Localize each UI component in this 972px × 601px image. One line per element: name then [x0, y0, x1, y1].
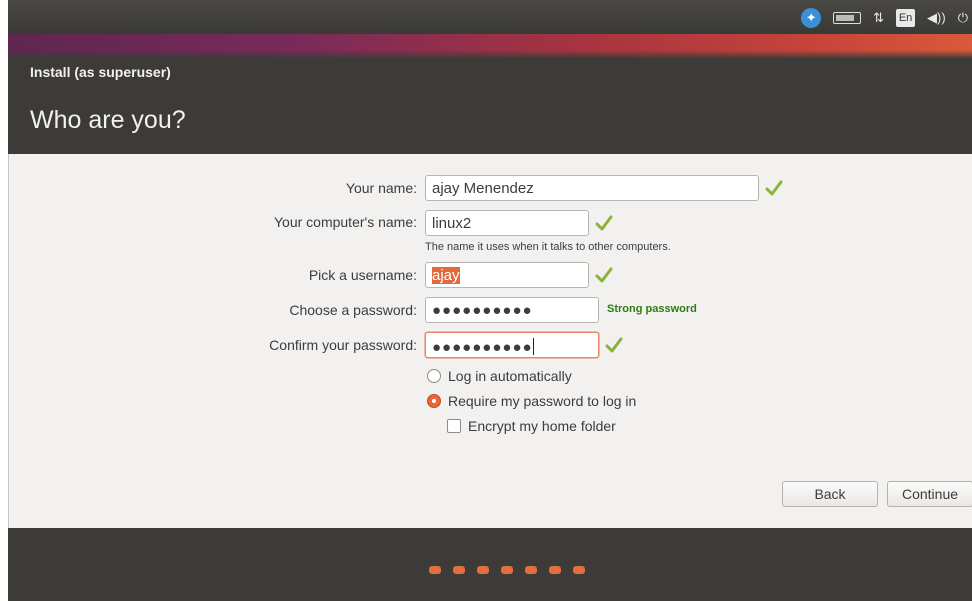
page-title: Who are you?	[30, 106, 186, 134]
confirm-password-label: Confirm your password:	[269, 337, 417, 353]
login-automatically-label: Log in automatically	[448, 368, 572, 384]
progress-dot	[477, 566, 489, 574]
radio-button-selected[interactable]	[427, 394, 441, 408]
login-automatically-option[interactable]: Log in automatically	[427, 368, 572, 384]
your-name-input[interactable]: ajay Menendez	[425, 175, 759, 201]
computer-name-input[interactable]: linux2	[425, 210, 589, 236]
progress-dot	[549, 566, 561, 574]
continue-button[interactable]: Continue	[887, 481, 972, 507]
username-label: Pick a username:	[308, 267, 417, 283]
step-progress	[429, 566, 585, 574]
indicator-tray: ✦ ⇅ En ◀)) ⏻	[801, 8, 972, 28]
require-password-option[interactable]: Require my password to log in	[427, 393, 636, 409]
computer-name-label: Your computer's name:	[273, 214, 417, 230]
progress-dot	[453, 566, 465, 574]
installer-header: Install (as superuser) Who are you?	[8, 58, 972, 154]
encrypt-home-checkbox[interactable]	[447, 419, 461, 433]
confirm-password-input[interactable]: ●●●●●●●●●●	[425, 332, 599, 358]
keyboard-layout-icon[interactable]: En	[896, 9, 916, 27]
password-mask: ●●●●●●●●●●	[432, 302, 533, 319]
back-button[interactable]: Back	[782, 481, 878, 507]
volume-icon[interactable]: ◀))	[927, 9, 946, 27]
progress-dot	[525, 566, 537, 574]
valid-check-icon	[765, 180, 783, 196]
require-password-label: Require my password to log in	[448, 393, 637, 409]
encrypt-home-label: Encrypt my home folder	[468, 418, 616, 434]
text-caret	[532, 338, 534, 355]
user-form-panel: Your name: ajay Menendez Your computer's…	[8, 154, 972, 528]
password-strength-label: Strong password	[607, 303, 697, 315]
accessibility-icon[interactable]: ✦	[801, 8, 822, 28]
progress-dot	[501, 566, 513, 574]
username-input[interactable]: ajay	[425, 262, 589, 288]
top-panel: ✦ ⇅ En ◀)) ⏻	[8, 0, 972, 34]
valid-check-icon	[595, 215, 613, 231]
wallpaper-strip	[8, 34, 972, 58]
installer-footer	[8, 528, 972, 601]
confirm-password-mask: ●●●●●●●●●●	[432, 339, 533, 356]
password-input[interactable]: ●●●●●●●●●●	[425, 297, 599, 323]
battery-icon[interactable]	[833, 9, 862, 27]
progress-dot	[429, 566, 441, 574]
valid-check-icon	[605, 337, 623, 353]
valid-check-icon	[595, 267, 613, 283]
computer-name-hint: The name it uses when it talks to other …	[425, 241, 671, 253]
username-selected-text: ajay	[432, 267, 460, 284]
window-title: Install (as superuser)	[30, 64, 171, 80]
your-name-label: Your name:	[345, 180, 417, 196]
power-icon[interactable]: ⏻	[958, 9, 968, 27]
network-icon[interactable]: ⇅	[873, 9, 884, 27]
progress-dot	[573, 566, 585, 574]
encrypt-home-option[interactable]: Encrypt my home folder	[447, 418, 616, 434]
password-label: Choose a password:	[289, 302, 417, 318]
radio-button[interactable]	[427, 369, 441, 383]
